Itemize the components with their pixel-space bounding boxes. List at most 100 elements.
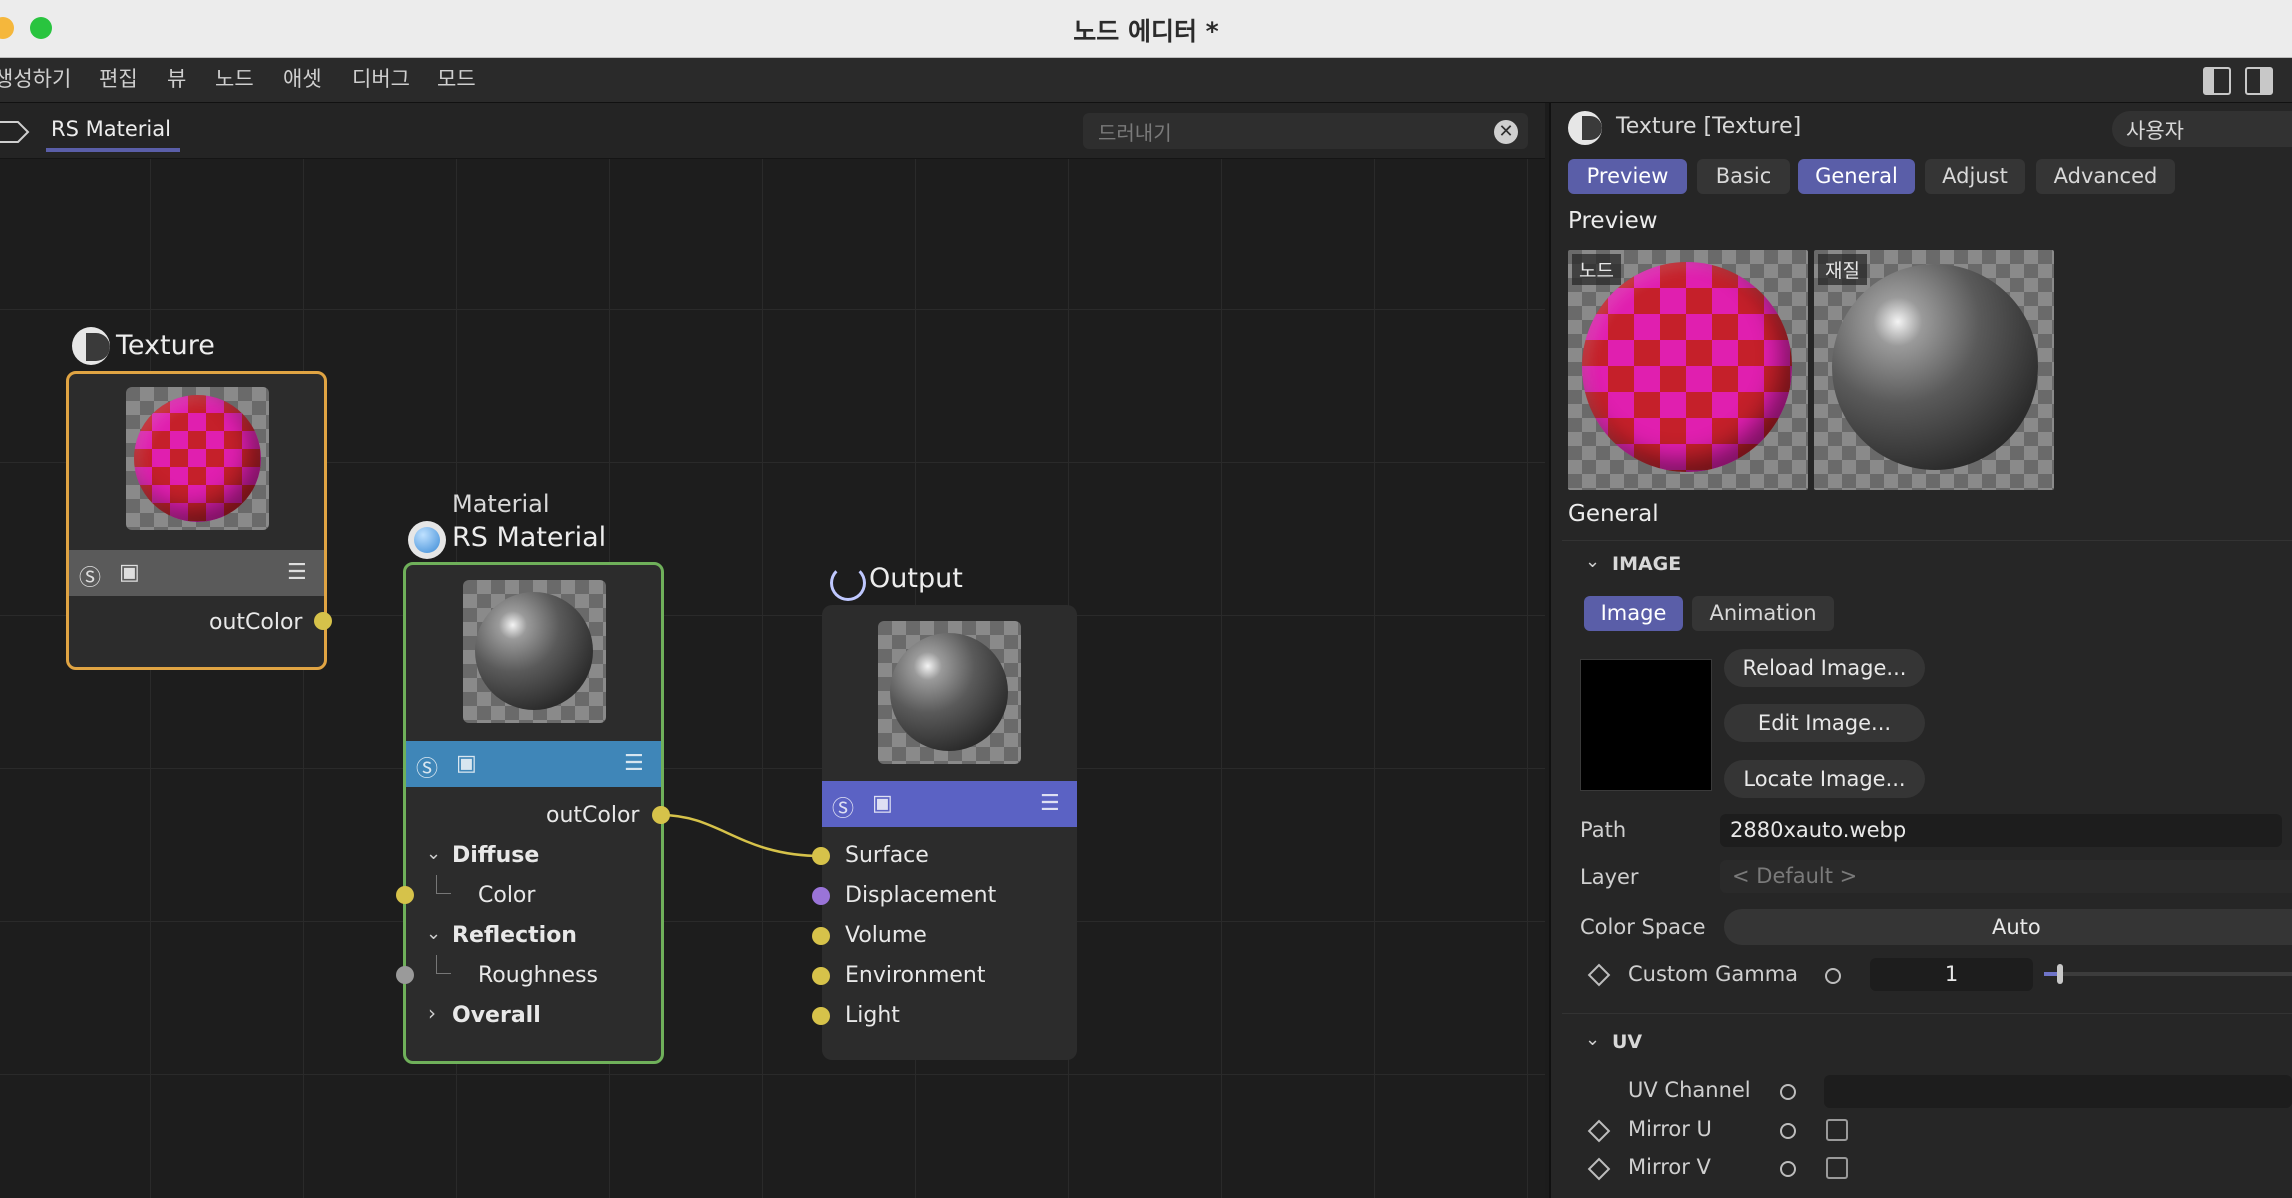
texture-node-title: Texture [116,330,215,361]
color-input-port[interactable] [396,886,414,904]
path-field[interactable]: 2880xauto.webp [1720,814,2282,847]
rs-material-node[interactable]: Ⓢ ▣ ☰ outColor ⌄ Diffuse Color ⌄ Reflect… [403,562,664,1064]
dollar-icon[interactable]: Ⓢ [416,751,438,783]
material-node-preview [463,580,606,723]
animation-subtab[interactable]: Animation [1692,596,1834,631]
path-label: Path [1580,818,1627,842]
chevron-down-icon[interactable]: ⌄ [426,843,441,864]
light-input-label: Light [845,1003,900,1028]
mirror-v-label: Mirror V [1628,1155,1711,1179]
image-subtab[interactable]: Image [1584,596,1683,631]
tab-adjust[interactable]: Adjust [1925,159,2025,194]
divider [1562,540,2292,541]
layer-label: Layer [1580,865,1639,889]
locate-image-button[interactable]: Locate Image... [1724,760,1925,798]
uv-section-header[interactable]: UV [1612,1031,1642,1053]
override-circle-icon[interactable] [1780,1084,1796,1100]
texture-outcolor-port[interactable] [314,612,332,630]
texture-node-preview [126,387,269,530]
image-section-header[interactable]: IMAGE [1612,553,1681,575]
uv-channel-field[interactable] [1824,1075,2292,1108]
override-circle-icon[interactable] [1780,1123,1796,1139]
color-input-label: Color [478,883,536,908]
texture-header-icon [1568,111,1602,145]
surface-input-port[interactable] [812,847,830,865]
chevron-right-icon[interactable]: › [428,1001,436,1025]
divider [1562,1013,2292,1014]
dollar-icon[interactable]: Ⓢ [832,791,854,823]
roughness-input-port[interactable] [396,966,414,984]
layout-right-icon[interactable] [2245,67,2273,95]
layer-dropdown[interactable]: < Default > [1720,860,2292,893]
displacement-input-label: Displacement [845,883,997,908]
node-preview-label: 노드 [1572,254,1621,285]
tab-basic[interactable]: Basic [1697,159,1790,194]
image-thumbnail [1580,659,1712,791]
menu-icon[interactable]: ☰ [1040,791,1060,816]
gamma-slider-handle[interactable] [2057,964,2063,984]
reflection-group-label[interactable]: Reflection [452,923,577,948]
mode-dropdown-label: 사용자 [2126,119,2184,143]
mode-dropdown[interactable]: 사용자 [2112,111,2292,147]
chevron-down-icon[interactable]: ⌄ [426,923,441,944]
override-circle-icon[interactable] [1780,1161,1796,1177]
tab-preview[interactable]: Preview [1568,159,1687,194]
texture-node-icon [72,327,110,365]
tree-connector [436,955,451,974]
output-node[interactable]: Ⓢ ▣ ☰ Surface Displacement Volume Enviro… [822,605,1077,1060]
overall-group-label[interactable]: Overall [452,1003,541,1028]
texture-node[interactable]: Ⓢ ▣ ☰ outColor [66,371,327,670]
mirror-u-checkbox[interactable] [1826,1119,1848,1141]
material-output-label: outColor [546,803,640,828]
surface-input-label: Surface [845,843,929,868]
gamma-slider-track[interactable] [2044,972,2292,976]
environment-input-port[interactable] [812,967,830,985]
texture-output-label: outColor [209,610,303,635]
output-node-icon [830,565,866,601]
node-preview-image: 노드 [1568,250,1808,490]
environment-input-label: Environment [845,963,986,988]
layout-left-icon[interactable] [2203,67,2231,95]
general-section-title: General [1568,501,1659,527]
chevron-down-icon[interactable]: ⌄ [1585,551,1600,572]
material-preview-image: 재질 [1814,250,2054,490]
color-space-dropdown[interactable]: Auto [1724,909,2292,945]
menu-icon[interactable]: ☰ [287,560,307,585]
tree-connector [436,875,451,894]
dollar-icon[interactable]: Ⓢ [79,560,101,592]
material-node-toolbar: Ⓢ ▣ ☰ [406,741,661,787]
volume-input-port[interactable] [812,927,830,945]
displacement-input-port[interactable] [812,887,830,905]
panel-header-title: Texture [Texture] [1616,114,1802,139]
menu-icon[interactable]: ☰ [624,751,644,776]
custom-gamma-label: Custom Gamma [1628,962,1799,986]
override-circle-icon[interactable] [1825,968,1841,984]
reload-image-button[interactable]: Reload Image... [1724,649,1925,687]
color-space-value: Auto [1992,915,2041,939]
image-icon[interactable]: ▣ [456,751,477,776]
output-node-title: Output [869,563,963,594]
material-node-title: RS Material [452,522,607,553]
uv-channel-label: UV Channel [1628,1078,1751,1102]
material-preview-label: 재질 [1818,254,1867,285]
custom-gamma-field[interactable]: 1 [1870,958,2033,991]
color-space-label: Color Space [1580,915,1706,939]
material-node-subtitle: Material [452,490,550,518]
chevron-down-icon[interactable]: ⌄ [1585,1029,1600,1050]
material-node-icon [408,521,446,559]
roughness-input-label: Roughness [478,963,599,988]
texture-node-toolbar: Ⓢ ▣ ☰ [69,550,324,596]
diffuse-group-label[interactable]: Diffuse [452,843,539,868]
image-icon[interactable]: ▣ [872,791,893,816]
preview-section-title: Preview [1568,208,1658,234]
image-icon[interactable]: ▣ [119,560,140,585]
light-input-port[interactable] [812,1007,830,1025]
edit-image-button[interactable]: Edit Image... [1724,704,1925,742]
material-outcolor-port[interactable] [652,806,670,824]
volume-input-label: Volume [845,923,927,948]
mirror-v-checkbox[interactable] [1826,1157,1848,1179]
tab-general[interactable]: General [1798,159,1915,194]
output-node-toolbar: Ⓢ ▣ ☰ [822,781,1077,827]
mirror-u-label: Mirror U [1628,1117,1712,1141]
tab-advanced[interactable]: Advanced [2036,159,2175,194]
